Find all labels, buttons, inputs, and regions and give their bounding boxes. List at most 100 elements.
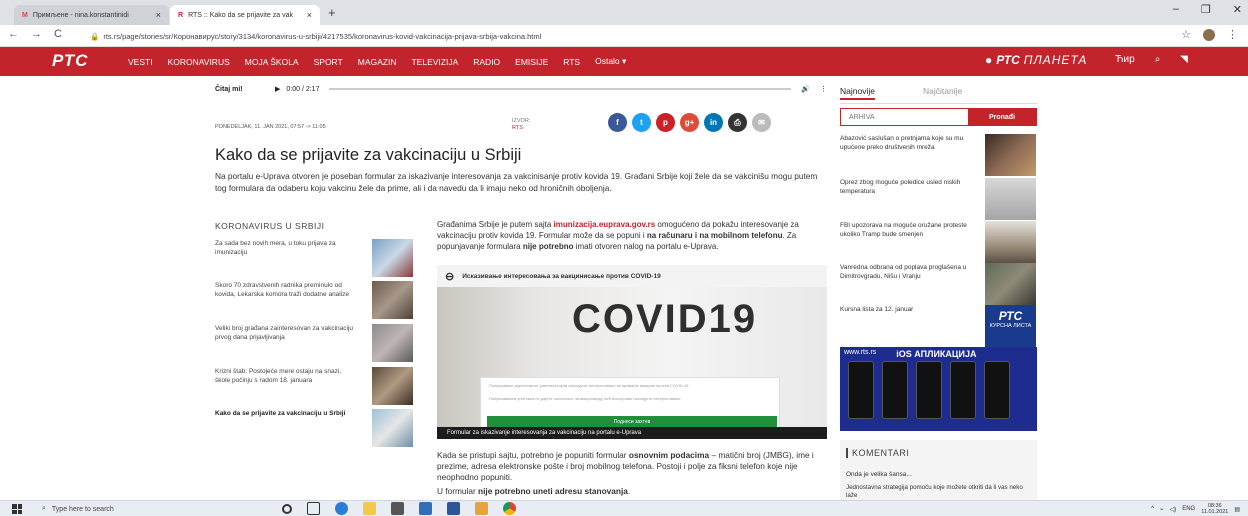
address-bar-actions: ☆ ⋮ — [1181, 28, 1238, 41]
menu-item-vesti[interactable]: VESTI — [128, 57, 153, 67]
email-icon[interactable]: ✉ — [752, 113, 771, 132]
rts-logo[interactable]: РТС — [52, 51, 88, 71]
volume-icon[interactable]: 🔊 — [801, 85, 810, 93]
text-run: Kada se pristupi sajtu, potrebno je popu… — [437, 450, 629, 460]
taskbar-apps — [282, 502, 516, 515]
clock[interactable]: 08:36 11.01.2021 — [1201, 503, 1228, 515]
list-item[interactable]: Veliki broj građana zainteresovan za vak… — [215, 324, 415, 366]
article-paragraph: U formular nije potrebno uneti adresu st… — [437, 486, 630, 496]
rts-planeta-logo[interactable]: ● РТС ПЛАНЕТА — [985, 53, 1087, 67]
article-image: ⊖ Исказивање интересовања за вакцинисање… — [437, 265, 827, 439]
language-indicator[interactable]: ENG — [1182, 506, 1195, 512]
list-item[interactable]: Skoro 70 zdravstvenih radnika preminulo … — [215, 281, 415, 323]
source-value[interactable]: RTS — [512, 125, 523, 131]
play-icon[interactable]: ▶ — [275, 85, 280, 93]
imunizacija-link[interactable]: imunizacija.euprava.gov.rs — [554, 220, 656, 229]
tab-popular[interactable]: Najčitanije — [923, 86, 962, 100]
word-icon[interactable] — [447, 502, 460, 515]
taskbar-search[interactable]: ⌕ Type here to search — [36, 502, 246, 516]
form-line: Попуњавање једноставног упитника којим и… — [489, 383, 690, 388]
list-item[interactable]: Kako da se prijavite za vakcinaciju u Sr… — [215, 409, 415, 451]
close-window-icon[interactable]: ✕ — [1233, 3, 1242, 16]
comment-link[interactable]: Jednostavna strategija pomoću koje možet… — [846, 484, 1031, 500]
reload-icon[interactable]: C — [54, 28, 62, 40]
related-heading[interactable]: KORONAVIRUS U SRBIJI — [215, 221, 415, 231]
text-run: imati otvoren nalog na portalu e-Uprava. — [573, 242, 719, 251]
menu-item-sport[interactable]: SPORT — [314, 57, 343, 67]
menu-item-emisije[interactable]: EMISIJE — [515, 57, 548, 67]
tray-chevron-icon[interactable]: ^ — [1151, 506, 1154, 512]
network-icon[interactable]: ⌁ — [1160, 506, 1164, 513]
mail-icon[interactable] — [419, 502, 432, 515]
text-run: . — [627, 486, 631, 496]
menu-item-koronavirus[interactable]: KORONAVIRUS — [168, 57, 230, 67]
form-preview: Попуњавање једноставног упитника којим и… — [480, 377, 780, 429]
volume-icon[interactable]: ◁) — [1170, 506, 1177, 513]
menu-item-radio[interactable]: RADIO — [473, 57, 500, 67]
cortana-icon[interactable] — [282, 504, 292, 514]
sidebar-item-text: Vanredna odbrana od poplava proglašena u… — [840, 264, 967, 280]
avatar[interactable] — [1203, 28, 1215, 41]
tab-latest[interactable]: Najnovije — [840, 86, 875, 100]
more-options-icon[interactable]: ⋮ — [820, 85, 827, 93]
pinterest-icon[interactable]: p — [656, 113, 675, 132]
notifications-icon[interactable]: ▤ — [1234, 506, 1240, 513]
menu-item-rts[interactable]: RTS — [563, 57, 580, 67]
menu-dots-icon[interactable]: ⋮ — [1227, 28, 1238, 41]
related-thumbnail — [372, 324, 413, 362]
twitter-icon[interactable]: t — [632, 113, 651, 132]
text-run: U formular — [437, 486, 479, 496]
menu-item-ostalo[interactable]: Ostalo ▾ — [595, 56, 626, 67]
archive-search-input[interactable]: ARHIVA — [841, 109, 968, 125]
menu-item-moja-skola[interactable]: MOJA ŠKOLA — [245, 57, 299, 67]
maximize-icon[interactable]: ❐ — [1201, 3, 1211, 16]
comment-link[interactable]: Onda je velika šansa... — [846, 471, 912, 478]
close-icon[interactable]: × — [156, 10, 161, 20]
rss-icon[interactable]: ◥ — [1180, 54, 1188, 65]
list-item[interactable]: Krizni štab: Postojeće mere ostaju na sn… — [215, 367, 415, 409]
file-explorer-icon[interactable] — [363, 502, 376, 515]
lock-icon: 🔒 — [90, 31, 100, 41]
chrome-icon[interactable] — [503, 502, 516, 515]
article-title: Kako da se prijavite za vakcinaciju u Sr… — [215, 146, 522, 164]
menu-item-magazin[interactable]: MAGAZIN — [358, 57, 397, 67]
tab-gmail[interactable]: M Примљене - nina.konstantinidi × — [14, 5, 169, 25]
related-item-text: Veliki broj građana zainteresovan za vak… — [215, 325, 354, 341]
forward-icon[interactable]: → — [31, 28, 42, 40]
new-tab-button[interactable]: + — [328, 5, 336, 20]
ios-app-banner[interactable]: www.rts.rs iOS АПЛИКАЦИЈА — [840, 347, 1037, 431]
facebook-icon[interactable]: f — [608, 113, 627, 132]
cyrillic-toggle[interactable]: Ћир — [1115, 54, 1135, 65]
taskbar-search-text: Type here to search — [51, 505, 114, 513]
star-icon[interactable]: ☆ — [1181, 28, 1191, 41]
close-icon[interactable]: × — [307, 10, 312, 20]
search-icon[interactable]: ⌕ — [1155, 54, 1161, 65]
menu-item-televizija[interactable]: TELEVIZIJA — [411, 57, 458, 67]
comments-heading: KOMENTARI — [846, 448, 909, 458]
back-icon[interactable]: ← — [8, 28, 19, 40]
address-bar-row: ← → C 🔒 rts.rs/page/stories/sr/Коронавир… — [0, 25, 1248, 47]
linkedin-icon[interactable]: in — [704, 113, 723, 132]
ostalo-label: Ostalo — [595, 56, 620, 66]
audio-progress-bar[interactable] — [329, 88, 792, 90]
google-plus-icon[interactable]: g+ — [680, 113, 699, 132]
windows-start-icon[interactable] — [12, 504, 22, 514]
sidebar-thumbnail — [985, 134, 1036, 176]
print-icon[interactable]: ⎙ — [728, 113, 747, 132]
tab-rts[interactable]: R RTS :: Kako da se prijavite za vak × — [170, 5, 320, 25]
edge-icon[interactable] — [335, 502, 348, 515]
archive-search: ARHIVA Pronađi — [840, 108, 1037, 126]
covid19-heading: COVID19 — [572, 297, 758, 341]
task-view-icon[interactable] — [307, 502, 320, 515]
window-controls: – ❐ ✕ — [1173, 3, 1242, 16]
sidebar-item-text: Abazović saslušan o pretnjama koje su mu… — [840, 135, 964, 151]
list-item[interactable]: Za sada bez novih mera, u toku prijava z… — [215, 239, 415, 281]
paint-icon[interactable] — [475, 502, 488, 515]
minimize-icon[interactable]: – — [1173, 3, 1179, 16]
planeta-logo-b: ПЛАНЕТА — [1023, 53, 1088, 67]
tab-title: RTS :: Kako da se prijavite za vak — [188, 11, 293, 19]
related-item-text: Krizni štab: Postojeće mere ostaju na sn… — [215, 368, 342, 384]
url-field[interactable]: 🔒 rts.rs/page/stories/sr/Коронавирус/sto… — [90, 28, 541, 44]
find-button[interactable]: Pronađi — [968, 109, 1036, 125]
store-icon[interactable] — [391, 502, 404, 515]
